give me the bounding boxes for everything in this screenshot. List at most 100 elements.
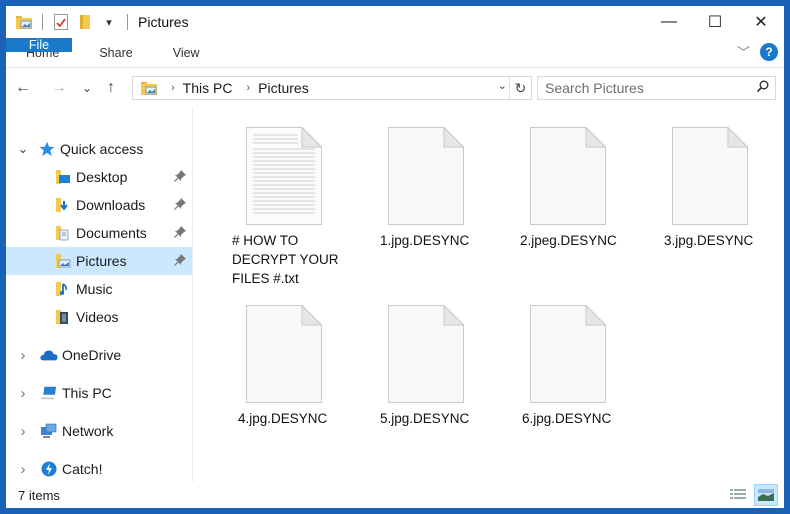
sidebar-item-label: Downloads bbox=[76, 197, 146, 213]
expand-icon[interactable]: › bbox=[16, 385, 30, 402]
up-button[interactable]: ↑ bbox=[100, 79, 122, 97]
text-file-icon bbox=[246, 126, 323, 225]
close-button[interactable]: ✕ bbox=[738, 6, 784, 38]
videos-folder-icon bbox=[54, 308, 72, 326]
sidebar-item-catch[interactable]: › Catch! bbox=[6, 455, 192, 483]
item-count: 7 items bbox=[18, 487, 60, 503]
navigation-bar: ← → ⌄ ↑ › This PC › Pictures ⌄ ↻ Search … bbox=[6, 69, 784, 107]
search-box[interactable]: Search Pictures bbox=[537, 76, 776, 100]
file-name: # HOW TO DECRYPT YOUR FILES #.txt bbox=[232, 233, 339, 286]
file-list-view: # HOW TO DECRYPT YOUR FILES #.txt 1.jpg.… bbox=[194, 107, 784, 482]
sidebar-item-pictures[interactable]: Pictures bbox=[6, 247, 192, 275]
pin-icon[interactable] bbox=[174, 197, 186, 213]
ribbon-right-controls: ﹀ ? bbox=[737, 42, 778, 61]
blank-file-icon bbox=[530, 126, 607, 225]
properties-icon[interactable] bbox=[53, 14, 69, 30]
tab-view[interactable]: View bbox=[153, 38, 220, 67]
sidebar-item-label: Desktop bbox=[76, 169, 128, 185]
expand-icon[interactable]: ⌄ bbox=[16, 141, 30, 157]
sidebar-item-network[interactable]: › Network bbox=[6, 417, 192, 445]
computer-icon bbox=[40, 384, 58, 402]
file-item[interactable]: 2.jpeg.DESYNC bbox=[516, 126, 646, 250]
breadcrumb-pictures[interactable]: Pictures bbox=[258, 80, 309, 96]
star-icon bbox=[38, 140, 56, 158]
view-switcher bbox=[726, 484, 778, 506]
file-item[interactable]: 6.jpg.DESYNC bbox=[516, 304, 646, 428]
pin-icon[interactable] bbox=[174, 225, 186, 241]
forward-button[interactable]: → bbox=[48, 79, 70, 97]
sidebar-item-music[interactable]: Music bbox=[6, 275, 192, 303]
search-input[interactable]: Search Pictures bbox=[545, 80, 644, 96]
file-name: 5.jpg.DESYNC bbox=[380, 411, 470, 426]
blank-file-icon bbox=[672, 126, 749, 225]
sidebar-item-desktop[interactable]: Desktop bbox=[6, 163, 192, 191]
details-view-button[interactable] bbox=[726, 484, 750, 506]
sidebar-item-label: Videos bbox=[76, 309, 119, 325]
pin-icon[interactable] bbox=[174, 253, 186, 269]
sidebar-item-label: Quick access bbox=[60, 141, 144, 157]
file-name: 6.jpg.DESYNC bbox=[522, 411, 612, 426]
downloads-folder-icon bbox=[54, 196, 72, 214]
blank-file-icon bbox=[388, 126, 465, 225]
sidebar-item-downloads[interactable]: Downloads bbox=[6, 191, 192, 219]
search-icon[interactable] bbox=[756, 80, 769, 96]
maximize-button[interactable]: ☐ bbox=[692, 6, 738, 38]
window-title: Pictures bbox=[138, 14, 189, 30]
sidebar-item-label: OneDrive bbox=[62, 347, 122, 363]
blank-file-icon bbox=[246, 304, 323, 403]
new-folder-icon[interactable] bbox=[77, 14, 93, 30]
expand-icon[interactable]: › bbox=[16, 461, 30, 478]
toolbar-separator bbox=[127, 14, 128, 30]
address-dropdown-icon[interactable]: ⌄ bbox=[498, 79, 507, 92]
sidebar-item-documents[interactable]: Documents bbox=[6, 219, 192, 247]
sidebar-item-onedrive[interactable]: › OneDrive bbox=[6, 341, 192, 369]
details-view-icon bbox=[730, 489, 746, 499]
catch-app-icon bbox=[40, 460, 58, 478]
pin-icon[interactable] bbox=[174, 169, 186, 185]
toolbar-separator bbox=[42, 14, 43, 30]
tab-share[interactable]: Share bbox=[79, 38, 152, 67]
refresh-button[interactable]: ↻ bbox=[509, 77, 531, 99]
window-frame-right bbox=[784, 0, 790, 514]
desktop-folder-icon bbox=[54, 168, 72, 186]
large-icons-view-button[interactable] bbox=[754, 484, 778, 506]
large-icons-view-icon bbox=[758, 489, 774, 501]
sidebar-item-label: Pictures bbox=[76, 253, 127, 269]
expand-ribbon-icon[interactable]: ﹀ bbox=[737, 42, 750, 61]
sidebar-item-label: Documents bbox=[76, 225, 147, 241]
window-controls: — ☐ ✕ bbox=[646, 6, 784, 38]
music-folder-icon bbox=[54, 280, 72, 298]
file-name: 2.jpeg.DESYNC bbox=[520, 233, 617, 248]
recent-locations-button[interactable]: ⌄ bbox=[76, 81, 98, 95]
sidebar-item-quick-access[interactable]: ⌄ Quick access bbox=[6, 135, 192, 163]
file-item[interactable]: 5.jpg.DESYNC bbox=[374, 304, 504, 428]
address-bar[interactable]: › This PC › Pictures ⌄ ↻ bbox=[132, 76, 532, 100]
ribbon-tabs: File Home Share View ﹀ ? bbox=[6, 38, 784, 68]
pictures-folder-icon[interactable] bbox=[16, 14, 32, 30]
minimize-button[interactable]: — bbox=[646, 6, 692, 38]
expand-icon[interactable]: › bbox=[16, 423, 30, 440]
breadcrumb-this-pc[interactable]: This PC bbox=[183, 80, 233, 96]
file-name: 3.jpg.DESYNC bbox=[664, 233, 754, 248]
breadcrumb-separator-icon[interactable]: › bbox=[246, 82, 250, 94]
blank-file-icon bbox=[388, 304, 465, 403]
sidebar-item-label: Network bbox=[62, 423, 114, 439]
sidebar-item-this-pc[interactable]: › This PC bbox=[6, 379, 192, 407]
file-item[interactable]: # HOW TO DECRYPT YOUR FILES #.txt bbox=[232, 126, 362, 288]
documents-folder-icon bbox=[54, 224, 72, 242]
expand-icon[interactable]: › bbox=[16, 347, 30, 364]
sidebar-item-videos[interactable]: Videos bbox=[6, 303, 192, 331]
network-icon bbox=[40, 422, 58, 440]
title-bar: ▾ Pictures — ☐ ✕ bbox=[6, 6, 784, 38]
blank-file-icon bbox=[530, 304, 607, 403]
help-icon[interactable]: ? bbox=[760, 42, 778, 61]
file-name: 1.jpg.DESYNC bbox=[380, 233, 470, 248]
tab-file[interactable]: File bbox=[6, 38, 72, 52]
file-item[interactable]: 1.jpg.DESYNC bbox=[374, 126, 504, 250]
sidebar-item-label: Music bbox=[76, 281, 113, 297]
back-button[interactable]: ← bbox=[12, 79, 34, 97]
breadcrumb-separator-icon[interactable]: › bbox=[171, 82, 175, 94]
file-item[interactable]: 3.jpg.DESYNC bbox=[658, 126, 788, 250]
file-item[interactable]: 4.jpg.DESYNC bbox=[232, 304, 362, 428]
customize-dropdown-icon[interactable]: ▾ bbox=[101, 14, 117, 30]
